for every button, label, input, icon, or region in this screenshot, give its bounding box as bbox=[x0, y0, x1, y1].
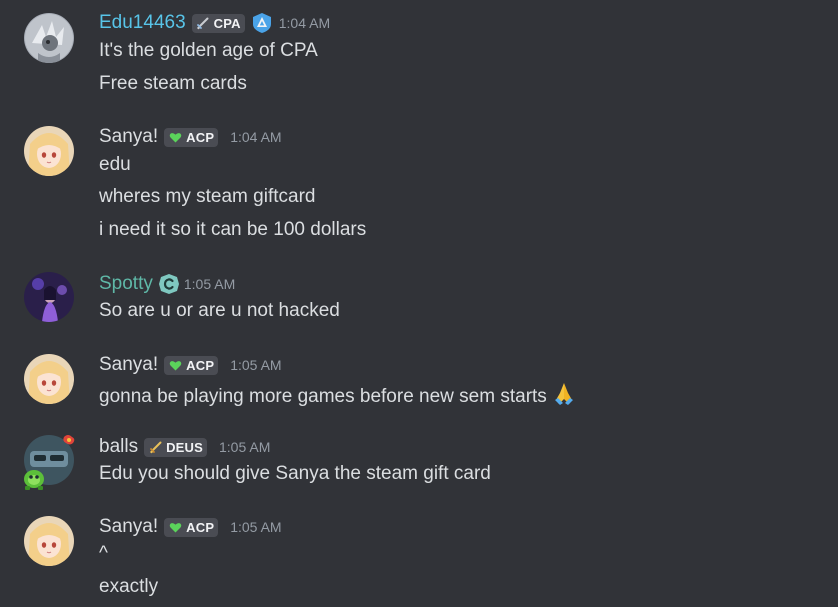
c-badge-icon[interactable] bbox=[158, 273, 180, 295]
guild-tag[interactable]: ACP bbox=[164, 517, 219, 537]
avatar[interactable] bbox=[20, 433, 76, 491]
green-heart-icon bbox=[168, 358, 182, 372]
guild-tag-label: DEUS bbox=[166, 439, 203, 455]
avatar[interactable] bbox=[24, 354, 74, 404]
message-text: edu bbox=[99, 154, 131, 175]
message-text: ^ bbox=[99, 543, 108, 564]
timestamp[interactable]: 1:05 AM bbox=[230, 357, 281, 373]
author-name[interactable]: balls bbox=[99, 436, 138, 458]
message-text: It's the golden age of CPA bbox=[99, 40, 318, 61]
timestamp[interactable]: 1:04 AM bbox=[230, 129, 281, 145]
guild-tag[interactable]: CPA bbox=[191, 13, 245, 33]
message-text: wheres my steam giftcard bbox=[99, 186, 316, 207]
author-name[interactable]: Spotty bbox=[99, 273, 153, 295]
message-text: Edu you should give Sanya the steam gift… bbox=[99, 463, 491, 484]
message-text: exactly bbox=[99, 576, 159, 597]
message-text: So are u or are u not hacked bbox=[99, 300, 340, 321]
message-text: i need it so it can be 100 dollars bbox=[99, 219, 367, 240]
author-name[interactable]: Sanya! bbox=[99, 516, 158, 538]
sword-icon bbox=[148, 440, 162, 454]
guild-tag[interactable]: DEUS bbox=[144, 437, 207, 457]
author-name[interactable]: Edu14463 bbox=[99, 12, 186, 34]
avatar[interactable] bbox=[24, 13, 74, 63]
timestamp[interactable]: 1:05 AM bbox=[230, 519, 281, 535]
timestamp[interactable]: 1:05 AM bbox=[184, 276, 235, 292]
green-heart-icon bbox=[168, 520, 182, 534]
triangle-shield-icon[interactable] bbox=[251, 12, 273, 34]
timestamp[interactable]: 1:04 AM bbox=[279, 15, 330, 31]
message-text: gonna be playing more games before new s… bbox=[99, 380, 577, 413]
avatar[interactable] bbox=[24, 126, 74, 176]
avatar[interactable] bbox=[24, 516, 74, 566]
author-name[interactable]: Sanya! bbox=[99, 354, 158, 376]
sword-icon bbox=[196, 16, 210, 30]
author-name[interactable]: Sanya! bbox=[99, 126, 158, 148]
green-heart-icon bbox=[168, 130, 182, 144]
guild-tag[interactable]: ACP bbox=[164, 127, 219, 147]
timestamp[interactable]: 1:05 AM bbox=[219, 439, 270, 455]
guild-tag-label: ACP bbox=[186, 129, 215, 145]
guild-tag[interactable]: ACP bbox=[164, 355, 219, 375]
avatar[interactable] bbox=[24, 272, 74, 322]
guild-tag-label: ACP bbox=[186, 357, 215, 373]
message-text: Free steam cards bbox=[99, 73, 247, 94]
message-text-content: gonna be playing more games before new s… bbox=[99, 386, 547, 407]
folded-hands-emoji[interactable] bbox=[551, 380, 577, 413]
guild-tag-label: CPA bbox=[213, 15, 241, 31]
guild-tag-label: ACP bbox=[186, 519, 215, 535]
